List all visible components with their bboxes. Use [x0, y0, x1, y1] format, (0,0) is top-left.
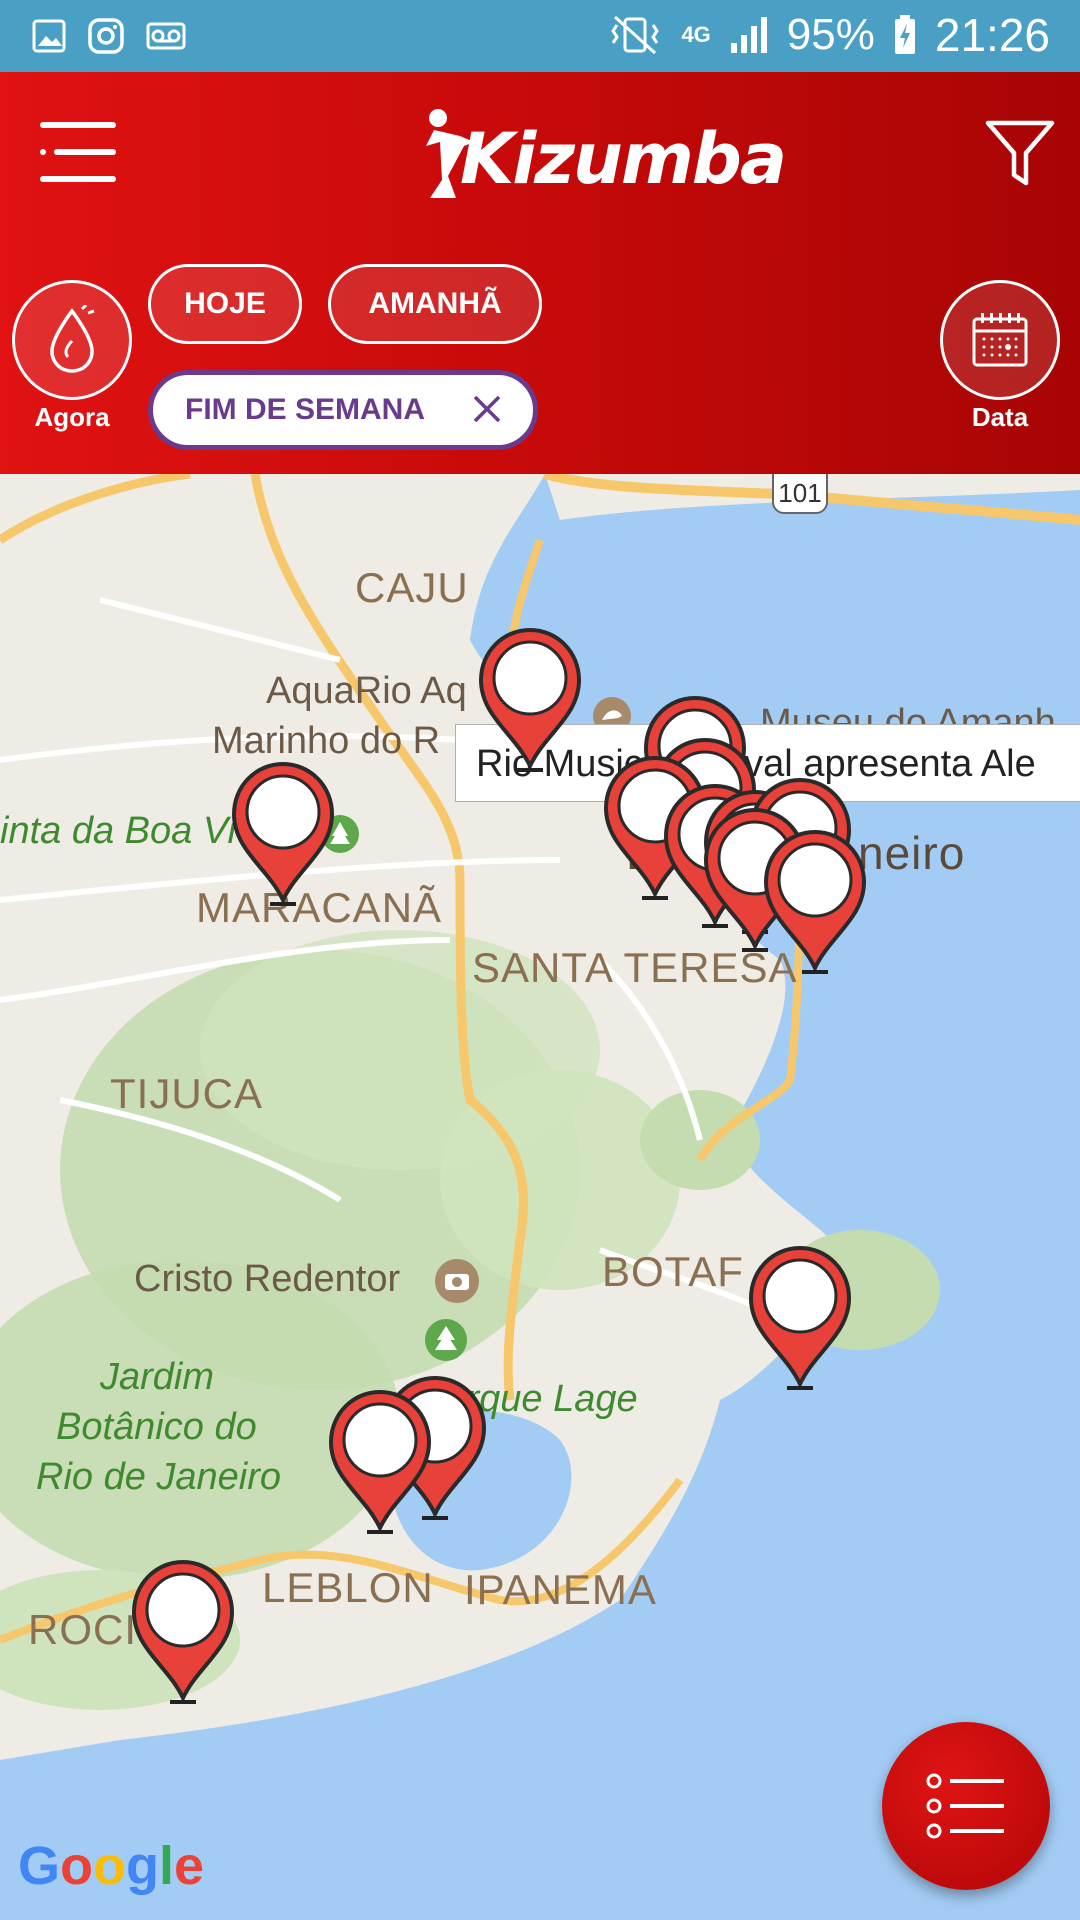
label-ipanema: IPANEMA [464, 1566, 657, 1613]
label-centro-partial: neiro [858, 827, 966, 879]
google-logo-g: g [126, 1836, 160, 1896]
status-bar: 4G 95% 21:26 [0, 0, 1080, 72]
list-icon [926, 1773, 1004, 1839]
label-rocinha: ROCI [28, 1606, 137, 1653]
status-notifications [32, 18, 186, 54]
clock: 21:26 [934, 9, 1050, 61]
chip-weekend[interactable]: FIM DE SEMANA [148, 370, 538, 450]
poi-quinta: inta da Boa Vi [0, 810, 236, 852]
google-logo-o2: o [93, 1836, 127, 1896]
chip-tomorrow[interactable]: AMANHÃ [328, 264, 542, 344]
date-label: Data [971, 402, 1029, 432]
label-tijuca: TIJUCA [110, 1070, 263, 1117]
date-button[interactable] [940, 280, 1060, 400]
park-icon [425, 1319, 467, 1361]
event-pin-icon[interactable] [745, 1242, 855, 1392]
poi-jardim-2: Botânico do [56, 1406, 257, 1448]
filter-icon [985, 120, 1055, 186]
signal-icon [730, 17, 767, 53]
poi-cristo: Cristo Redentor [134, 1258, 401, 1300]
menu-icon-dot [40, 149, 46, 155]
label-leblon: LEBLON [262, 1564, 434, 1611]
list-view-button[interactable] [882, 1722, 1050, 1890]
app-logo: Kizumba [420, 102, 787, 222]
fire-drop-icon [50, 305, 95, 373]
google-logo: G [18, 1836, 61, 1896]
poi-aquario-2: Marinho do R [212, 720, 441, 762]
google-logo-o1: o [60, 1836, 94, 1896]
label-botafogo: BOTAF [602, 1248, 744, 1295]
now-button[interactable] [12, 280, 132, 400]
now-label: Agora [34, 402, 110, 432]
chip-weekend-label: FIM DE SEMANA [185, 393, 425, 426]
vibrate-mute-icon [611, 15, 660, 55]
poi-jardim-3: Rio de Janeiro [36, 1456, 282, 1498]
logo-text: Kizumba [460, 118, 787, 200]
menu-button[interactable] [40, 122, 116, 182]
google-logo-e: e [174, 1836, 205, 1896]
calendar-icon [972, 313, 1028, 367]
google-logo-l: l [159, 1836, 175, 1896]
gallery-icon [32, 19, 66, 53]
poi-jardim-1: Jardim [100, 1356, 215, 1398]
poi-aquario-1: AquaRio Aq [266, 670, 467, 712]
event-pin-icon[interactable] [228, 758, 338, 908]
instagram-icon [88, 18, 124, 54]
status-system: 4G 95% 21:26 [607, 8, 1050, 62]
voicemail-icon [146, 22, 186, 50]
app-header: Kizumba Agora HOJE AMANHÃ FIM DE SEMANA [0, 72, 1080, 474]
map-view[interactable]: 101 CAJU MARACANÃ SANTA TERESA TIJUCA BO… [0, 474, 1080, 1920]
menu-icon-bar [40, 176, 116, 182]
menu-icon-bar [54, 149, 116, 155]
highway-shield: 101 [772, 474, 828, 514]
battery-charging-icon [894, 15, 915, 54]
event-pin-icon[interactable] [760, 826, 870, 976]
highway-number: 101 [778, 478, 822, 508]
filter-button[interactable] [984, 117, 1056, 189]
chip-today[interactable]: HOJE [148, 264, 302, 344]
network-type: 4G [681, 22, 711, 47]
event-pin-icon[interactable] [128, 1556, 238, 1706]
google-attribution: Google [18, 1835, 204, 1897]
label-caju: CAJU [355, 564, 469, 611]
event-pin-icon[interactable] [475, 624, 585, 774]
close-icon[interactable] [471, 393, 503, 425]
camera-icon [435, 1259, 479, 1303]
battery-percent: 95% [786, 10, 875, 59]
menu-icon [40, 122, 116, 128]
event-pin-icon[interactable] [325, 1386, 435, 1536]
